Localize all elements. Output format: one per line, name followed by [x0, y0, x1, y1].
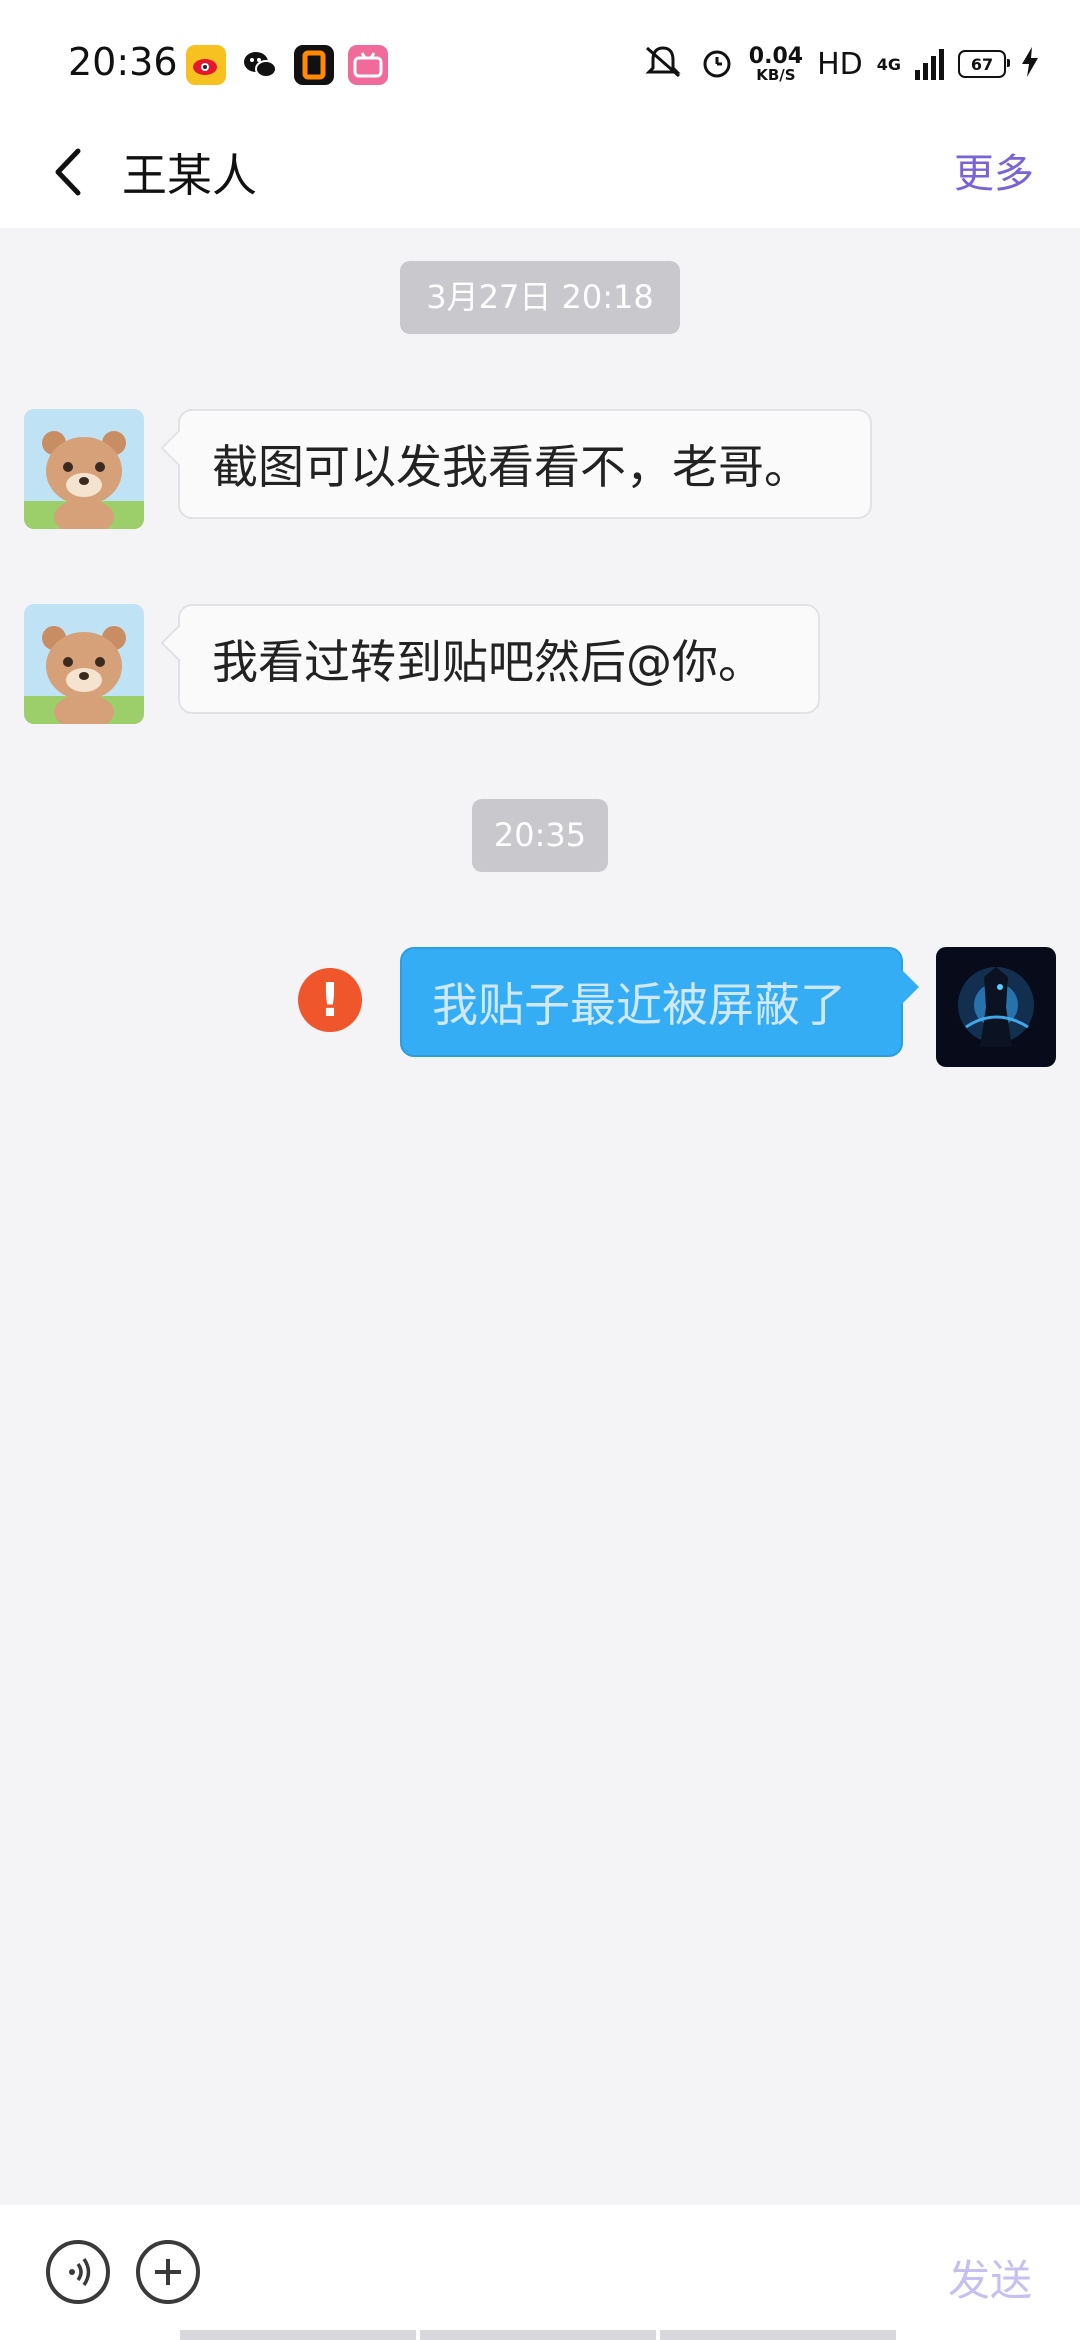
more-button[interactable]: 更多 [954, 141, 1034, 199]
status-indicators: 0.04 KB/S HD 4G 67 [641, 44, 1040, 84]
notification-app-icons [186, 45, 388, 85]
charging-icon [1020, 45, 1040, 83]
send-button[interactable]: 发送 [948, 2247, 1032, 2308]
contact-avatar[interactable] [24, 604, 144, 724]
input-bar: 发送 [0, 2205, 1080, 2340]
net-speed-unit: KB/S [756, 65, 796, 84]
alarm-icon [699, 44, 735, 84]
my-avatar[interactable] [936, 947, 1056, 1067]
net-speed-value: 0.04 [748, 43, 804, 69]
status-bar: 20:36 0.04 KB/S HD 4G 67 [0, 0, 1080, 125]
weibo-icon [186, 45, 226, 85]
outgoing-message[interactable]: 我贴子最近被屏蔽了 [400, 947, 903, 1057]
network-type: 4G [876, 54, 901, 74]
send-failed-icon[interactable]: ! [298, 968, 362, 1032]
battery-icon: 67 [958, 50, 1010, 78]
mute-icon [641, 44, 685, 84]
timestamp: 3月27日 20:18 [400, 261, 680, 334]
incoming-message[interactable]: 我看过转到贴吧然后@你。 [178, 604, 820, 714]
incoming-message[interactable]: 截图可以发我看看不，老哥。 [178, 409, 872, 519]
bilibili-icon [348, 45, 388, 85]
add-plus-icon[interactable] [136, 2240, 200, 2304]
hd-label: HD [817, 46, 863, 82]
net-speed: 0.04 KB/S [748, 43, 804, 84]
chat-title: 王某人 [122, 149, 258, 202]
keyboard-handle-strip [180, 2330, 896, 2340]
wechat-icon [240, 45, 280, 85]
contact-avatar[interactable] [24, 409, 144, 529]
timestamp: 20:35 [472, 799, 608, 872]
status-time: 20:36 [68, 40, 178, 84]
chat-header: 王某人 更多 [0, 125, 1080, 228]
orange-app-icon [294, 45, 334, 85]
voice-input-icon[interactable] [46, 2240, 110, 2304]
back-button[interactable] [48, 137, 88, 207]
signal-icon [915, 48, 944, 80]
